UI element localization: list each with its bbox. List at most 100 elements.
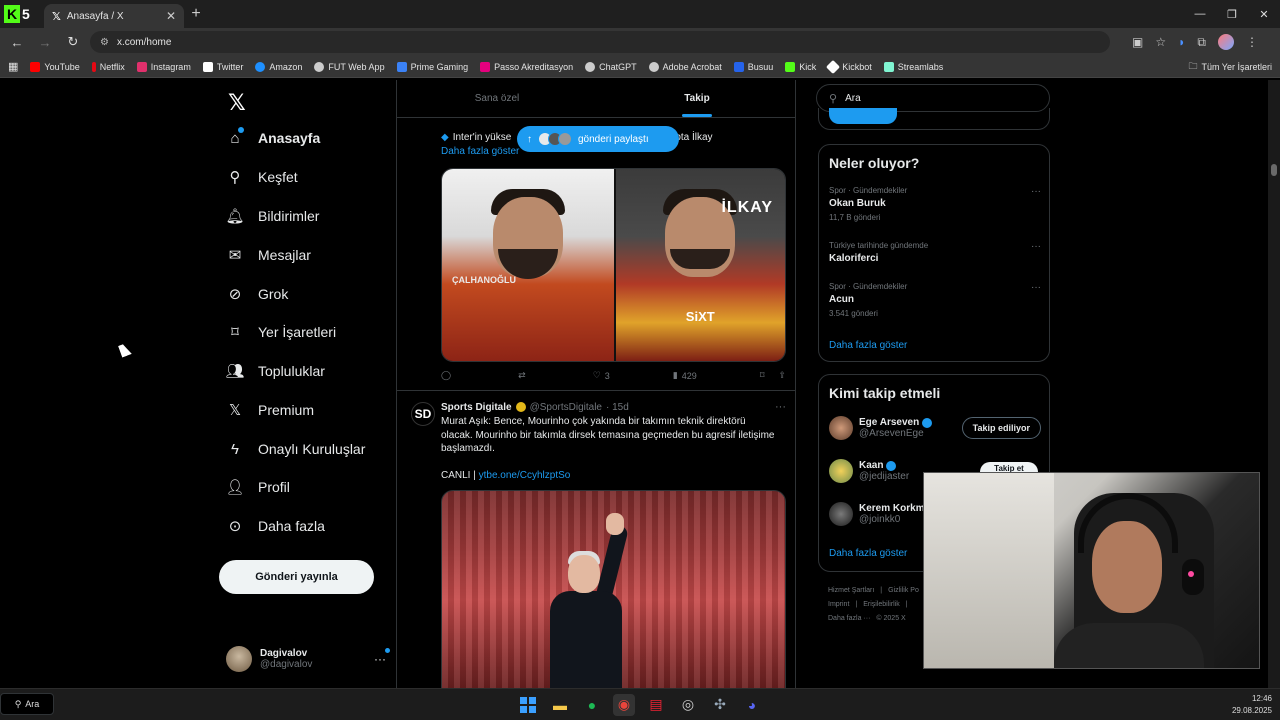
discord-icon[interactable]: ◕: [741, 694, 763, 716]
nav-item-messages[interactable]: ✉ Mesajlar: [226, 241, 311, 269]
windows-taskbar: ⚲ Ara ▬ ● ◉ ▤ ◎ ✣ ◕ 12:46 29.08.2025: [0, 688, 1280, 720]
nav-item-profile[interactable]: 👤︎ Profil: [225, 473, 289, 501]
app-icon[interactable]: ▤: [645, 694, 667, 716]
bookmark-item[interactable]: Amazon: [255, 61, 302, 72]
more-dots-icon[interactable]: ···: [1031, 282, 1041, 293]
more-dots-icon[interactable]: ···: [1031, 186, 1041, 197]
nav-item-grok[interactable]: ⊘ Grok: [226, 280, 289, 308]
spotify-icon[interactable]: ●: [581, 694, 603, 716]
more-dots-icon[interactable]: ···: [1031, 241, 1041, 252]
x-icon: 𝕏: [228, 402, 242, 419]
tweet-image[interactable]: ÇALHANOĞLU İLKAY SiXT: [441, 168, 786, 362]
new-posts-pill[interactable]: ↑ gönderi paylaştı: [517, 126, 679, 152]
menu-icon[interactable]: ⋮: [1246, 35, 1258, 49]
nav-item-premium[interactable]: 𝕏 Premium: [226, 396, 314, 424]
all-bookmarks-folder[interactable]: 🗀 Tüm Yer İşaretleri: [1188, 59, 1272, 75]
nav-item-home[interactable]: ⌂ Anasayfa: [226, 124, 320, 152]
minimize-icon[interactable]: —: [1184, 0, 1216, 28]
tweet-image[interactable]: [441, 490, 786, 688]
bookmark-item[interactable]: Netflix: [91, 61, 125, 72]
player-photo-right: İLKAY SiXT: [613, 169, 785, 361]
restore-icon[interactable]: ❐: [1216, 0, 1248, 28]
bookmark-item[interactable]: Busuu: [733, 61, 773, 72]
tab-close-icon[interactable]: ✕: [166, 9, 176, 23]
reload-icon[interactable]: ↻: [62, 31, 84, 53]
forward-icon[interactable]: →: [34, 31, 56, 53]
start-button[interactable]: [517, 694, 539, 716]
views-button[interactable]: ▮ 429: [673, 370, 697, 381]
tab-following[interactable]: Takip: [597, 80, 795, 117]
reply-button[interactable]: ◯: [441, 370, 455, 381]
show-more-link[interactable]: Daha fazla göster: [829, 340, 907, 351]
bookmark-item[interactable]: ChatGPT: [585, 61, 637, 72]
app-icon[interactable]: ◎: [677, 694, 699, 716]
trend-item[interactable]: Spor · Gündemdekiler Okan Buruk 11,7 B g…: [829, 186, 1041, 222]
bookmark-item[interactable]: Streamlabs: [883, 61, 943, 72]
taskbar-search[interactable]: ⚲ Ara: [0, 693, 54, 715]
profile-avatar[interactable]: [1217, 34, 1234, 50]
close-window-icon[interactable]: ✕: [1248, 0, 1280, 28]
avatar[interactable]: SD: [411, 402, 435, 426]
toolbar-icons: ▣ ☆ ◗ ⧉ ⋮: [1132, 34, 1258, 50]
tab-for-you[interactable]: Sana özel: [397, 80, 597, 117]
bookmark-item[interactable]: Kick: [785, 61, 816, 72]
retweet-button[interactable]: ⇄: [518, 370, 530, 381]
back-icon[interactable]: ←: [6, 31, 28, 53]
apps-grid-icon[interactable]: ▦: [8, 60, 18, 73]
tweet-link[interactable]: ytbe.one/CcyhlzptSo: [479, 470, 571, 481]
nav-item-verified-orgs[interactable]: ϟ Onaylı Kuruluşlar: [226, 435, 365, 463]
post-button[interactable]: Gönderi yayınla: [219, 560, 374, 594]
trend-item[interactable]: Türkiye tarihinde gündemde Kaloriferci ·…: [829, 241, 1041, 264]
extensions-icon[interactable]: ⧉: [1197, 35, 1206, 50]
bookmark-item[interactable]: Passo Akreditasyon: [480, 61, 573, 72]
bookmark-item[interactable]: Twitter: [202, 61, 243, 72]
tweet-author-name[interactable]: Sports Digitale: [441, 402, 512, 413]
more-dots-icon[interactable]: ···: [374, 648, 390, 666]
bookmark-item[interactable]: Kickbot: [826, 59, 872, 74]
app-icon[interactable]: ✣: [709, 694, 731, 716]
share-icon[interactable]: ⇪: [778, 370, 786, 381]
bookmark-item[interactable]: Prime Gaming: [396, 61, 468, 72]
bookmark-icon[interactable]: ⌑: [760, 370, 765, 381]
follow-suggestion[interactable]: Ege Arseven @ArsevenEge Takip ediliyor: [829, 413, 1041, 443]
show-more-link[interactable]: Daha fazla göster: [829, 548, 907, 559]
nav-item-communities[interactable]: 👥︎ Topluluklar: [225, 357, 324, 385]
cast-icon[interactable]: ▣: [1132, 35, 1143, 49]
more-dots-icon[interactable]: ···: [775, 401, 786, 413]
tab-title: Anasayfa / X: [66, 10, 124, 22]
site-info-icon[interactable]: ⚙: [100, 37, 109, 48]
tweet-time[interactable]: · 15d: [606, 402, 629, 413]
new-tab-button[interactable]: +: [184, 5, 208, 23]
account-switcher[interactable]: Dagivalov @dagivalov ···: [226, 642, 390, 676]
nav-item-explore[interactable]: ⚲ Keşfet: [226, 163, 298, 191]
tweet-header: Sports Digitale @SportsDigitale · 15d ··…: [441, 401, 786, 413]
show-more-link[interactable]: Daha fazla göster: [441, 146, 519, 157]
retweet-icon: ⇄: [518, 370, 526, 380]
nav-item-notifications[interactable]: 🔔︎ Bildirimler: [225, 202, 319, 230]
page-scrollbar[interactable]: [1268, 80, 1280, 688]
extension-audio-icon[interactable]: ◗: [1178, 35, 1185, 49]
x-logo-icon[interactable]: 𝕏: [228, 90, 246, 116]
nav-item-more[interactable]: ⊙ Daha fazla: [226, 512, 325, 540]
system-clock[interactable]: 12:46 29.08.2025: [1232, 693, 1272, 717]
windows-logo-icon: [520, 696, 536, 713]
file-explorer-icon[interactable]: ▬: [549, 694, 571, 716]
scrollbar-thumb[interactable]: [1271, 164, 1277, 176]
trends-panel: Neler oluyor? Spor · Gündemdekiler Okan …: [818, 144, 1050, 362]
bookmark-item[interactable]: FUT Web App: [314, 61, 385, 72]
browser-tab-active[interactable]: 𝕏 Anasayfa / X ✕: [44, 4, 184, 28]
chrome-icon[interactable]: ◉: [613, 693, 635, 716]
trend-item[interactable]: Spor · Gündemdekiler Acun 3.541 gönderi …: [829, 282, 1041, 318]
bookmark-favicon-icon: [733, 61, 744, 72]
tweet-author-handle[interactable]: @SportsDigitale: [530, 402, 602, 413]
bookmark-favicon-icon: [480, 61, 491, 72]
star-icon[interactable]: ☆: [1155, 35, 1166, 49]
following-button[interactable]: Takip ediliyor: [961, 417, 1041, 439]
nav-item-bookmarks[interactable]: ⌑ Yer İşaretleri: [226, 318, 336, 346]
bookmark-item[interactable]: Adobe Acrobat: [648, 61, 722, 72]
left-sidebar: 𝕏 ⌂ Anasayfa ⚲ Keşfet 🔔︎ Bildirimler ✉ M…: [218, 80, 396, 688]
like-button[interactable]: ♡ 3: [593, 370, 610, 381]
bookmark-item[interactable]: Instagram: [136, 61, 191, 72]
url-input[interactable]: ⚙ x.com/home: [90, 31, 1110, 53]
bookmark-item[interactable]: YouTube: [30, 61, 80, 72]
